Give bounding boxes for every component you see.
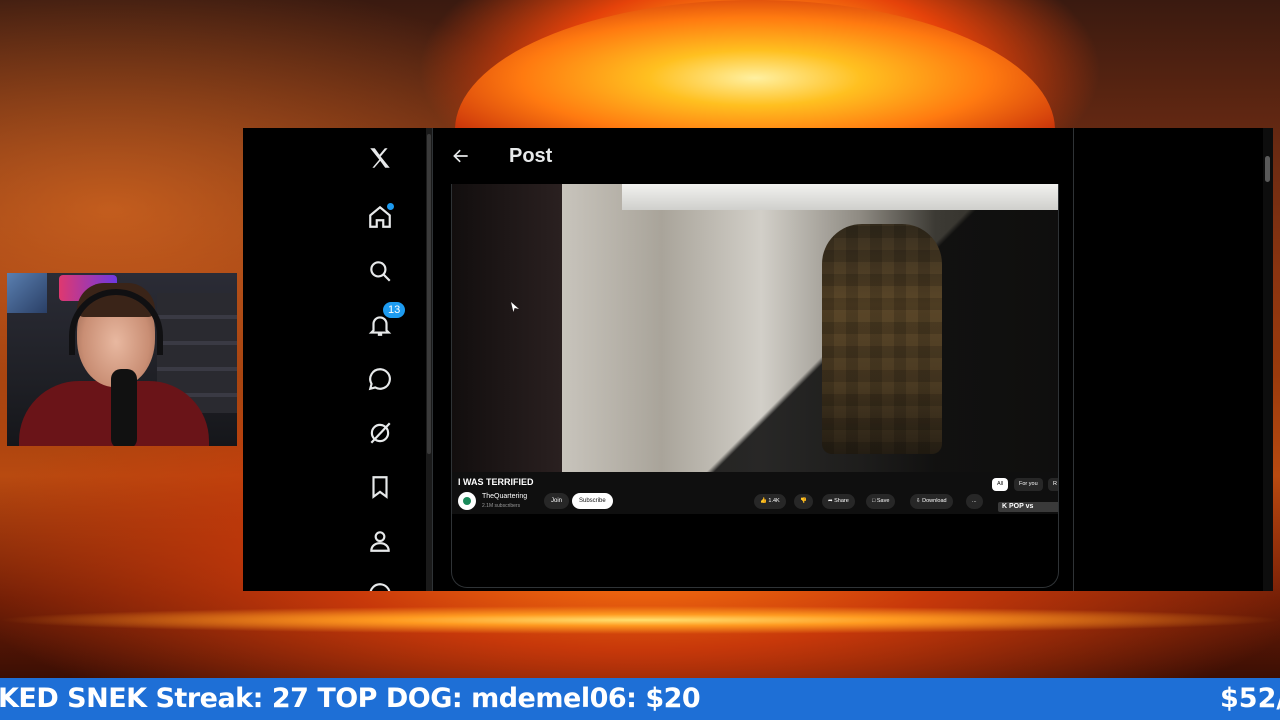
like-count: 1.4K	[768, 498, 780, 504]
chip-all: All	[992, 478, 1009, 491]
video-title: I WAS TERRIFIED	[458, 477, 534, 487]
pixelated-figure	[822, 224, 942, 454]
post-header: Post	[433, 128, 1073, 184]
more-options-button: ...	[966, 494, 983, 509]
post-column: Post I WAS TERRIFIED TheQuartering 2.1M …	[432, 128, 1074, 591]
video-ceiling	[622, 184, 1058, 210]
video-frame[interactable]	[452, 184, 1058, 472]
ticker-text: KED SNEK Streak: 27 TOP DOG: mdemel06: $…	[0, 683, 701, 714]
related-video-thumbnail: K POP vs	[998, 502, 1058, 512]
x-logo-icon[interactable]	[364, 142, 396, 174]
back-button[interactable]	[433, 128, 489, 184]
like-button: 👍 1.4K	[754, 494, 786, 509]
x-sidebar: 13	[243, 128, 425, 591]
channel-name: TheQuartering	[482, 493, 528, 500]
right-column	[1075, 128, 1273, 591]
search-icon[interactable]	[364, 255, 396, 287]
microphone	[111, 369, 137, 446]
notifications-icon[interactable]: 13	[364, 301, 407, 341]
youtube-screenshot: I WAS TERRIFIED TheQuartering 2.1M subsc…	[452, 184, 1058, 514]
window-scrollbar[interactable]	[1263, 128, 1273, 591]
save-button: □ Save	[866, 494, 896, 509]
save-label: Save	[876, 498, 890, 504]
more-icon[interactable]	[364, 578, 396, 591]
channel-avatar	[458, 492, 476, 510]
chip-related: R	[1048, 478, 1058, 491]
share-label: Share	[834, 498, 849, 504]
share-button: ➦ Share	[822, 494, 855, 509]
post-media[interactable]: I WAS TERRIFIED TheQuartering 2.1M subsc…	[451, 184, 1059, 588]
channel-row: TheQuartering 2.1M subscribers Join Subs…	[458, 478, 1058, 512]
wall-poster	[7, 273, 47, 313]
ticker-goal: $52/	[1220, 683, 1280, 714]
page-title: Post	[509, 144, 553, 167]
home-icon[interactable]	[364, 201, 396, 233]
video-wall	[562, 184, 1058, 472]
video-dark-region	[452, 184, 562, 472]
bookmark-icon[interactable]	[364, 471, 396, 503]
window-scroll-thumb[interactable]	[1265, 156, 1270, 182]
home-new-dot	[387, 203, 394, 210]
subscribe-button: Subscribe	[572, 493, 613, 509]
stream-ticker: KED SNEK Streak: 27 TOP DOG: mdemel06: $…	[0, 678, 1280, 720]
chip-for-you: For you	[1014, 478, 1043, 491]
download-label: Download	[922, 498, 947, 504]
download-button: ⇩ Download	[910, 494, 953, 509]
notifications-badge: 13	[382, 301, 407, 319]
messages-icon[interactable]	[364, 363, 396, 395]
back-arrow-icon	[453, 149, 468, 163]
x-window: 13 Post I WAS TERRIFIED TheQuartering 2.…	[243, 128, 1273, 591]
profile-icon[interactable]	[364, 525, 396, 557]
grok-icon[interactable]	[364, 417, 396, 449]
dislike-icon: 👎	[794, 494, 813, 509]
subscriber-count: 2.1M subscribers	[482, 503, 521, 509]
sidebar-scroll-thumb[interactable]	[427, 134, 431, 454]
webcam-overlay	[7, 273, 237, 446]
lava-horizon	[0, 600, 1280, 640]
join-button: Join	[544, 493, 570, 509]
